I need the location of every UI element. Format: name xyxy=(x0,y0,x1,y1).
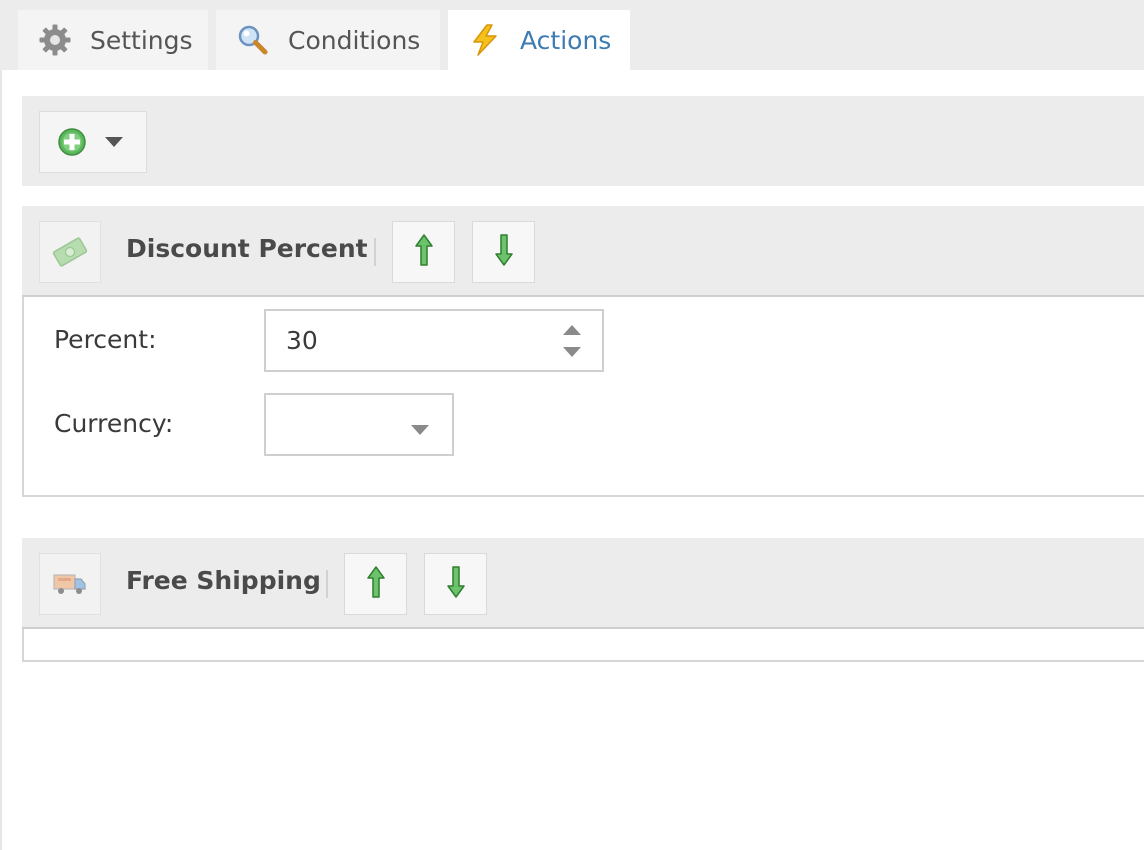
move-down-button[interactable] xyxy=(472,221,535,283)
caret-down-icon xyxy=(104,133,124,152)
currency-select[interactable] xyxy=(264,393,454,456)
percent-value: 30 xyxy=(286,326,318,355)
move-up-button[interactable] xyxy=(392,221,455,283)
action-title: Free Shipping xyxy=(126,566,321,595)
magnifier-icon xyxy=(236,23,270,57)
tab-settings[interactable]: Settings xyxy=(18,10,208,70)
spinner-down-icon[interactable] xyxy=(562,345,582,359)
add-action-button[interactable] xyxy=(39,111,147,173)
lightning-icon xyxy=(468,23,502,57)
add-action-toolbar xyxy=(22,96,1144,186)
action-free-shipping-body xyxy=(22,629,1144,662)
action-free-shipping-header: Free Shipping xyxy=(22,538,1144,629)
spinner-up-icon[interactable] xyxy=(562,323,582,337)
tab-actions-label: Actions xyxy=(520,25,612,55)
plus-circle-icon xyxy=(57,127,87,157)
percent-input[interactable]: 30 xyxy=(264,309,604,372)
move-down-button[interactable] xyxy=(424,553,487,615)
chevron-down-icon xyxy=(410,421,430,440)
gear-icon xyxy=(38,23,72,57)
arrow-down-icon xyxy=(494,234,513,270)
action-title: Discount Percent xyxy=(126,234,368,263)
truck-icon xyxy=(39,553,101,615)
currency-label: Currency: xyxy=(54,409,174,438)
tab-conditions-label: Conditions xyxy=(288,25,421,55)
tab-settings-label: Settings xyxy=(90,25,193,55)
tab-actions[interactable]: Actions xyxy=(448,10,630,70)
move-up-button[interactable] xyxy=(344,553,407,615)
percent-label: Percent: xyxy=(54,325,157,354)
arrow-down-icon xyxy=(446,566,465,602)
banknote-icon xyxy=(39,221,101,283)
separator xyxy=(374,238,376,266)
arrow-up-icon xyxy=(414,234,433,270)
tab-conditions[interactable]: Conditions xyxy=(216,10,440,70)
separator xyxy=(326,570,328,598)
action-discount-percent-header: Discount Percent xyxy=(22,206,1144,297)
number-spinner[interactable] xyxy=(562,323,582,359)
arrow-up-icon xyxy=(366,566,385,602)
